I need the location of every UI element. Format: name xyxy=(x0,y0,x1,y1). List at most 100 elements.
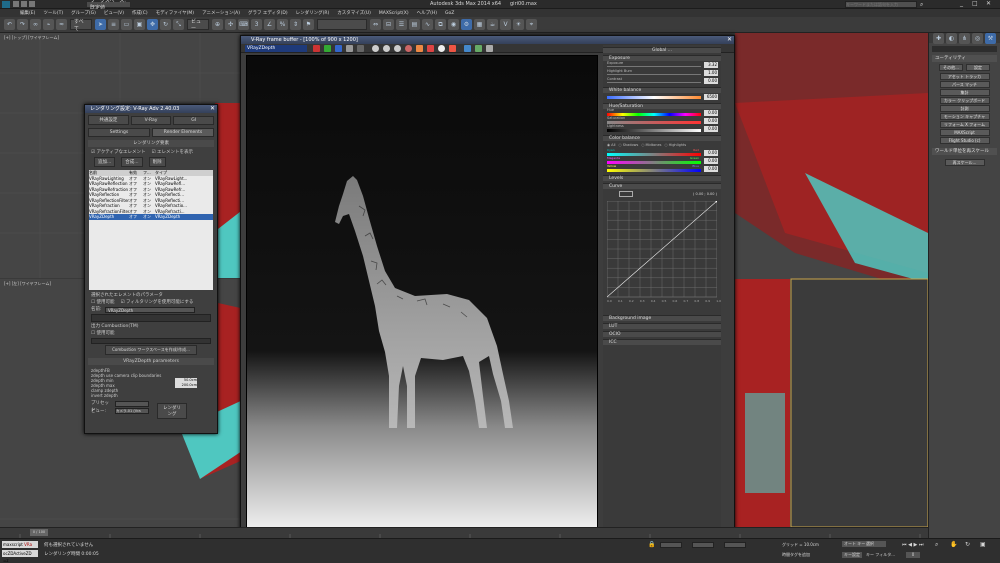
motion-capture-button[interactable]: モーション キャプチャ xyxy=(939,113,990,120)
vray-icon[interactable]: V xyxy=(500,19,511,30)
frame-counter[interactable]: 0 xyxy=(906,552,920,558)
material-editor-icon[interactable]: ◉ xyxy=(448,19,459,30)
undo-icon[interactable]: ↶ xyxy=(4,19,15,30)
key-filters-button[interactable]: キー フィルタ... xyxy=(866,552,895,558)
measure-button[interactable]: 計測 xyxy=(939,105,990,112)
global-section[interactable]: Global ... xyxy=(603,47,721,53)
mirror-icon[interactable]: ⇔ xyxy=(370,19,381,30)
magenta-green-value-field[interactable]: 0.00 xyxy=(704,158,718,164)
motion-tab-icon[interactable]: ◎ xyxy=(972,32,983,44)
render-production-icon[interactable]: ☕ xyxy=(487,19,498,30)
link-icon[interactable]: ∞ xyxy=(30,19,41,30)
stop-render-icon[interactable] xyxy=(449,44,456,52)
add-time-tag-button[interactable]: 時間タグを追加 xyxy=(782,552,810,558)
menu-item[interactable]: アニメーション(A) xyxy=(202,10,240,16)
green-channel-icon[interactable] xyxy=(324,44,331,52)
track-mouse-icon[interactable] xyxy=(416,44,423,52)
more-button[interactable]: その他... xyxy=(939,64,963,71)
render-setup-icon[interactable]: ⚙ xyxy=(461,19,472,30)
zdepth-params-section[interactable]: VRayZDepth parameters xyxy=(88,358,214,365)
rendered-frame-window-icon[interactable]: ▦ xyxy=(474,19,485,30)
lut-section[interactable]: LUT xyxy=(603,323,721,329)
add-element-button[interactable]: 追加... xyxy=(94,157,116,167)
active-elements-checkbox[interactable]: ☑ アクティブなエレメント xyxy=(91,149,145,156)
asset-tracker-button[interactable]: アセット トラッカ xyxy=(939,73,990,80)
menu-item[interactable]: 作成(C) xyxy=(132,10,148,16)
tab-vray[interactable]: V-Ray xyxy=(130,115,172,125)
display-elements-checkbox[interactable]: ☑ エレメントを表示 xyxy=(151,149,192,156)
clear-image-icon[interactable] xyxy=(394,44,401,52)
menu-item[interactable]: ヘルプ(H) xyxy=(417,10,437,16)
rescale-rollout[interactable]: ワールド単位を再スケール xyxy=(932,148,997,155)
render-elements-section-title[interactable]: レンダリング要素 xyxy=(88,140,214,147)
region-select-icon[interactable]: ▭ xyxy=(121,19,132,30)
menu-item[interactable]: GoZ xyxy=(445,11,454,16)
dialog-close-icon[interactable]: ✕ xyxy=(210,105,215,112)
contrast-slider[interactable] xyxy=(607,82,701,83)
hierarchy-tab-icon[interactable]: ⋔ xyxy=(959,32,970,44)
select-manipulate-icon[interactable]: ✣ xyxy=(225,19,236,30)
app-logo-icon[interactable] xyxy=(2,0,10,8)
output-path-field[interactable] xyxy=(91,314,211,322)
auto-key-button[interactable]: オート キー xyxy=(842,541,868,547)
element-params-section[interactable]: 選択されたエレメントのパラメータ xyxy=(85,292,217,299)
lightness-value-field[interactable]: 0.00 xyxy=(704,126,718,132)
quick-access-new-icon[interactable] xyxy=(13,1,19,7)
viewport-label[interactable]: [+] [左] [ワイヤフレーム] xyxy=(4,281,51,287)
tab-common[interactable]: 共通設定 xyxy=(88,115,129,125)
tab-render-elements[interactable]: Render Elements xyxy=(152,128,214,137)
render-elements-table[interactable]: 名前 有効 フ... タイプ VRayRawLighting オフ オン VRa… xyxy=(89,170,213,290)
curve-editor[interactable]: ( 0.00 ; 0.00 ) 0.0 0.1 0.2 0.3 0.4 0.5 … xyxy=(603,189,721,313)
spinner-snap-icon[interactable]: ⇕ xyxy=(290,19,301,30)
zdepth-max-field[interactable]: 200.0cm xyxy=(175,383,197,388)
selection-filter-dropdown[interactable]: すべて xyxy=(70,19,92,32)
viewport-label[interactable]: [+] [トップ] [ワイヤフレーム] xyxy=(4,35,59,41)
maxscript-mini-listener[interactable]: maxscript VRa xyxy=(2,541,38,548)
quick-access-save-icon[interactable] xyxy=(29,1,35,7)
unlink-icon[interactable]: ⌁ xyxy=(43,19,54,30)
menu-item[interactable]: グループ(G) xyxy=(71,10,96,16)
reference-coordinate-dropdown[interactable]: ビュー xyxy=(187,19,209,32)
vfb-title[interactable]: V-Ray frame buffer - [100% of 900 x 1200… xyxy=(241,36,734,44)
vfb-close-icon[interactable]: ✕ xyxy=(727,36,732,43)
tab-gi[interactable]: GI xyxy=(173,115,215,125)
menu-item[interactable]: モディファイヤ(M) xyxy=(156,10,194,16)
ocio-section[interactable]: OCIO xyxy=(603,331,721,337)
combustion-create-button[interactable]: Combustion ワークスペースを作成/作成... xyxy=(105,345,197,355)
settings-button[interactable]: 設定 xyxy=(966,64,990,71)
hue-value-field[interactable]: 0.00 xyxy=(704,110,718,116)
preset-dropdown[interactable] xyxy=(115,400,149,407)
blue-channel-icon[interactable] xyxy=(335,44,342,52)
color-corrections-icon[interactable] xyxy=(464,44,471,52)
search-input[interactable] xyxy=(845,1,917,8)
combustion-enable-checkbox[interactable]: ☐ 使用可能 xyxy=(85,330,217,337)
rescale-button[interactable]: 再スケール... xyxy=(944,159,985,166)
maximize-viewport-icon[interactable]: ▣ xyxy=(980,541,986,548)
utilities-rollout[interactable]: ユーティリティ xyxy=(932,55,997,62)
srgb-icon[interactable] xyxy=(475,44,482,52)
play-controls[interactable]: ⏮ ◀ ▶ ⏭ xyxy=(902,542,923,548)
cb-midtones-radio[interactable]: ○ Midtones xyxy=(641,143,661,147)
vray-camera-icon[interactable]: ⌖ xyxy=(526,19,537,30)
background-image-section[interactable]: Background image xyxy=(603,315,721,321)
menu-item[interactable]: グラフ エディタ(D) xyxy=(248,10,288,16)
menu-item[interactable]: レンダリング(R) xyxy=(296,10,330,16)
vray-light-icon[interactable]: ☀ xyxy=(513,19,524,30)
white-balance-slider[interactable] xyxy=(607,96,701,99)
quick-access-open-icon[interactable] xyxy=(21,1,27,7)
tab-settings[interactable]: Settings xyxy=(88,128,150,137)
set-key-button[interactable]: キー設定 xyxy=(842,552,862,558)
element-name-field[interactable]: VRayZDepth xyxy=(105,306,195,313)
workspace-dropdown[interactable]: ワークスペース: 既定値 xyxy=(86,0,131,11)
redo-icon[interactable]: ↷ xyxy=(17,19,28,30)
view-dropdown[interactable]: カメラ-01 (Vra xyxy=(115,408,149,414)
region-render-icon[interactable] xyxy=(427,44,434,52)
move-icon[interactable]: ✥ xyxy=(147,19,158,30)
combustion-path-field[interactable] xyxy=(91,338,211,344)
cb-all-radio[interactable]: ◉ All xyxy=(607,143,616,147)
yellow-blue-slider[interactable] xyxy=(607,169,701,172)
red-channel-icon[interactable] xyxy=(313,44,320,52)
utilities-tab-icon[interactable]: ⚒ xyxy=(985,32,996,44)
load-image-icon[interactable] xyxy=(383,44,390,52)
menu-item[interactable]: ビュー(V) xyxy=(104,10,124,16)
